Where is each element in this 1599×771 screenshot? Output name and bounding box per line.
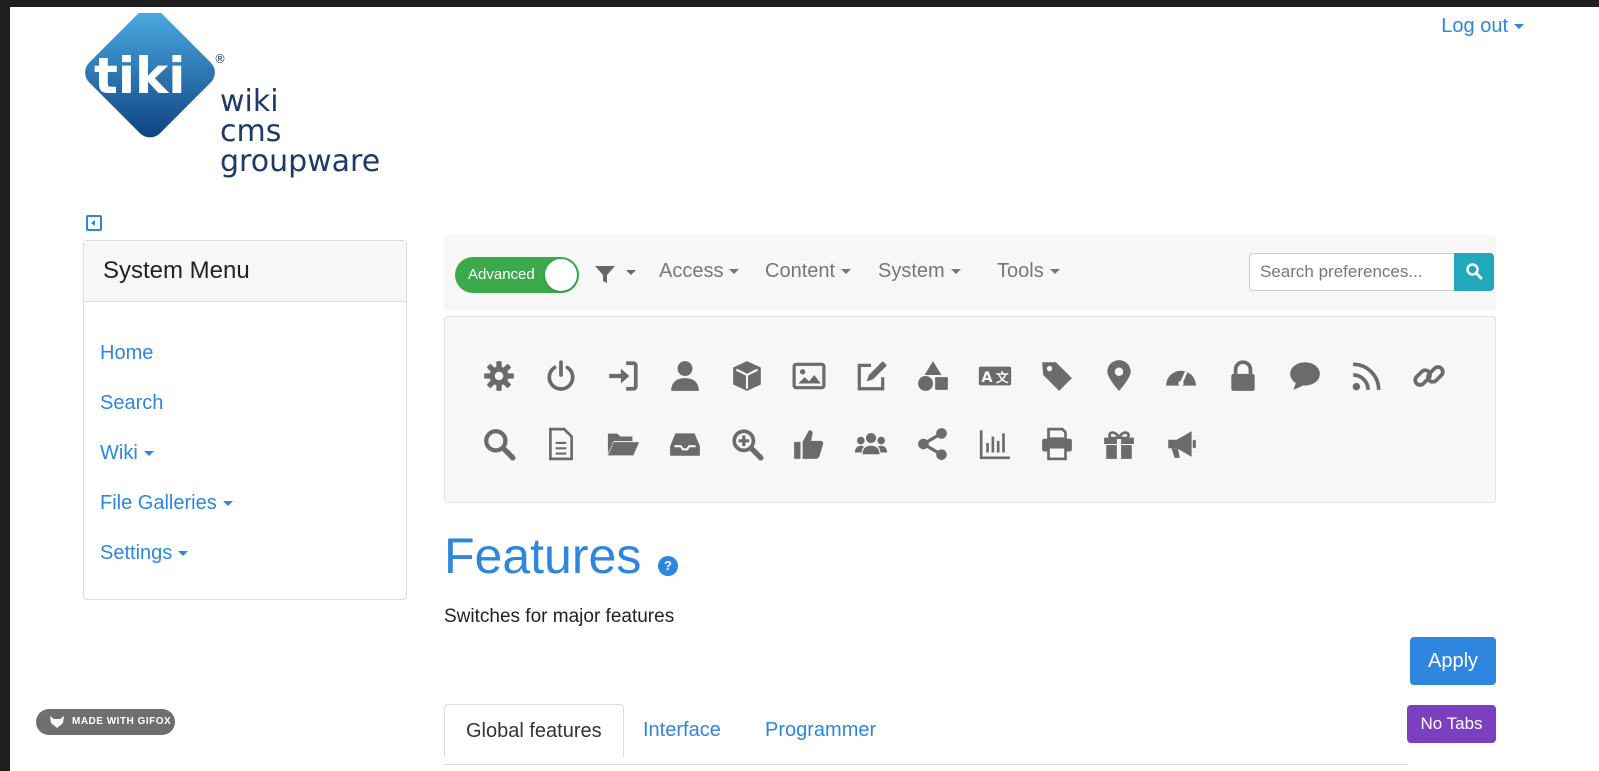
svg-text:®: ® (214, 52, 226, 66)
chevron-down-icon (950, 269, 961, 275)
inbox-icon[interactable] (667, 426, 703, 462)
logout-label: Log out (1441, 15, 1508, 37)
chevron-down-icon (1049, 269, 1060, 275)
chevron-down-icon (178, 551, 189, 557)
icon-row (481, 426, 1199, 462)
image-icon[interactable] (791, 358, 827, 394)
rss-icon[interactable] (1349, 358, 1385, 394)
chevron-down-icon (143, 451, 154, 457)
tab-programmer[interactable]: Programmer (744, 704, 897, 756)
advanced-toggle-label: Advanced (468, 266, 535, 283)
admin-icon-panel: A文 (444, 316, 1496, 503)
edit-icon[interactable] (853, 358, 889, 394)
sidebar-item-search[interactable]: Search (100, 378, 406, 428)
sidebar-item-label: Search (100, 392, 164, 414)
logo-word-wiki: wiki (220, 84, 279, 119)
page-title: Features (444, 528, 642, 584)
logout-menu[interactable]: Log out (1441, 15, 1524, 38)
comment-icon[interactable] (1287, 358, 1323, 394)
icon-row: A文 (481, 358, 1447, 394)
sign-in-icon[interactable] (605, 358, 641, 394)
svg-text:文: 文 (996, 370, 1009, 386)
bar-chart-icon[interactable] (977, 426, 1013, 462)
map-marker-icon[interactable] (1101, 358, 1137, 394)
user-icon[interactable] (667, 358, 703, 394)
tiki-logo-mark: tiki ® (85, 7, 226, 138)
nav-menu-content[interactable]: Content (765, 260, 852, 283)
system-menu-panel: System Menu Home Search Wiki File Galler… (83, 240, 407, 600)
search-icon (1466, 262, 1483, 279)
fox-icon (50, 716, 64, 728)
nav-menu-label: Access (659, 260, 724, 282)
tab-interface[interactable]: Interface (622, 704, 742, 756)
tab-global-features[interactable]: Global features (444, 704, 624, 758)
filter-icon (595, 266, 615, 283)
thumbs-up-icon[interactable] (791, 426, 827, 462)
search-button[interactable] (1454, 253, 1494, 291)
nav-menu-label: System (878, 260, 945, 282)
sidebar-item-label: File Galleries (100, 492, 217, 514)
gear-icon[interactable] (481, 358, 517, 394)
nav-menu-system[interactable]: System (878, 260, 961, 283)
shapes-icon[interactable] (915, 358, 951, 394)
chevron-down-icon (841, 269, 852, 275)
share-icon[interactable] (915, 426, 951, 462)
help-icon[interactable]: ? (658, 556, 678, 576)
sidebar-item-label: Settings (100, 542, 173, 564)
tiki-logo[interactable]: tiki ® wiki cms groupware (82, 7, 402, 183)
chevron-down-icon (1514, 24, 1524, 30)
bullhorn-icon[interactable] (1163, 426, 1199, 462)
page-subtitle: Switches for major features (444, 606, 675, 627)
link-icon[interactable] (1411, 358, 1447, 394)
logo-word-cms: cms (220, 114, 282, 149)
search-plus-icon[interactable] (729, 426, 765, 462)
gifox-watermark: MADE WITH GIFOX (36, 709, 175, 735)
logo-word-groupware: groupware (220, 144, 381, 179)
sidebar-item-label: Wiki (100, 442, 138, 464)
chevron-down-icon (626, 270, 637, 276)
nav-menu-access[interactable]: Access (659, 260, 740, 283)
sidebar-collapse-icon[interactable] (86, 215, 102, 231)
nav-menu-label: Content (765, 260, 836, 282)
chevron-down-icon (222, 501, 233, 507)
feature-tabs: Global features Interface Programmer (444, 704, 1408, 765)
gifox-label: MADE WITH GIFOX (72, 716, 172, 727)
browser-viewport: tiki ® wiki cms groupware Log out System… (10, 7, 1599, 771)
system-menu-list: Home Search Wiki File Galleries Settings (84, 302, 406, 578)
filter-dropdown[interactable] (594, 265, 637, 290)
chevron-down-icon (729, 269, 740, 275)
users-icon[interactable] (853, 426, 889, 462)
folder-open-icon[interactable] (605, 426, 641, 462)
sidebar-item-settings[interactable]: Settings (100, 528, 406, 578)
system-menu-title: System Menu (84, 241, 406, 302)
lock-icon[interactable] (1225, 358, 1261, 394)
sidebar-item-wiki[interactable]: Wiki (100, 428, 406, 478)
toggle-knob (545, 259, 577, 291)
search-icon[interactable] (481, 426, 517, 462)
svg-text:tiki: tiki (94, 47, 185, 105)
no-tabs-button[interactable]: No Tabs (1407, 705, 1496, 743)
file-icon[interactable] (543, 426, 579, 462)
language-icon[interactable]: A文 (977, 358, 1013, 394)
admin-navbar: Advanced Access Content System Tools (444, 235, 1496, 311)
power-icon[interactable] (543, 358, 579, 394)
advanced-toggle[interactable]: Advanced (455, 257, 579, 293)
dashboard-icon[interactable] (1163, 358, 1199, 394)
svg-text:A: A (981, 370, 993, 386)
apply-button[interactable]: Apply (1410, 637, 1496, 685)
gift-icon[interactable] (1101, 426, 1137, 462)
tag-icon[interactable] (1039, 358, 1075, 394)
sidebar-item-label: Home (100, 342, 154, 364)
nav-menu-label: Tools (997, 260, 1044, 282)
sidebar-item-file-galleries[interactable]: File Galleries (100, 478, 406, 528)
cube-icon[interactable] (729, 358, 765, 394)
search-preferences-input[interactable] (1249, 253, 1454, 291)
print-icon[interactable] (1039, 426, 1075, 462)
nav-menu-tools[interactable]: Tools (997, 260, 1060, 283)
sidebar-item-home[interactable]: Home (100, 328, 406, 378)
logo-words: wiki cms groupware (220, 87, 380, 177)
